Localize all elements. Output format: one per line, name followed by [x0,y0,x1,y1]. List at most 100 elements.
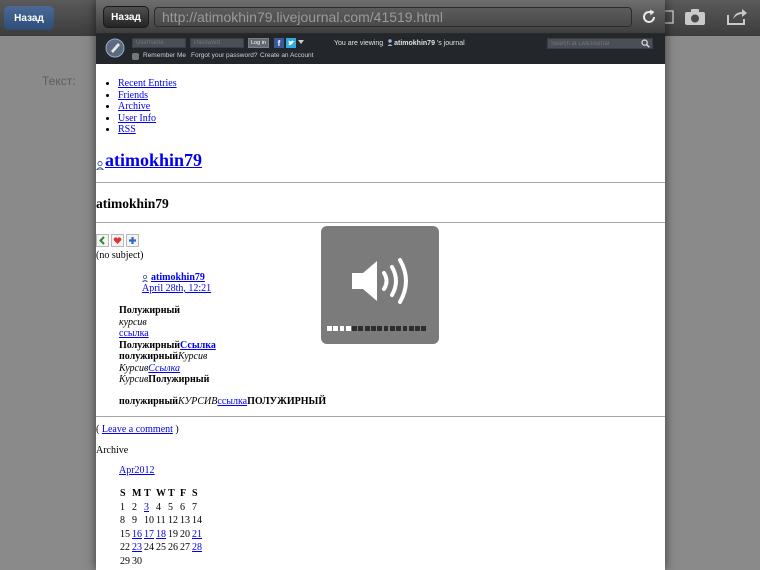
reload-icon[interactable] [641,9,657,25]
calendar-weekday: T [168,488,175,499]
calendar-day: 17 [143,528,155,542]
facebook-icon[interactable]: f [274,38,284,48]
livejournal-logo-icon[interactable] [105,38,125,58]
calendar-day: 14 [192,515,202,527]
entry-link[interactable]: Ссылка [148,363,180,374]
password-input[interactable] [190,38,244,48]
calendar-day-link[interactable]: 28 [192,542,202,553]
bold-text: ПОЛУЖИРНЫЙ [247,396,327,407]
back-button[interactable]: Назад [103,6,149,28]
viewing-journal-text: You are viewing atimokhin79 's journal [334,39,465,47]
entry-link[interactable]: ссылка [119,328,149,339]
heart-icon[interactable] [111,234,124,247]
search-icon[interactable] [641,39,650,48]
entry-subject: (no subject) [96,250,144,261]
comments-line: ( Leave a comment ) [96,424,179,435]
volume-segment-empty [383,326,389,331]
nav-item-friends: Friends [118,90,177,102]
calendar-day: 4 [156,501,161,513]
entry-line: курсив [119,316,147,328]
volume-segment-empty [377,326,383,331]
calendar-day: 3 [143,501,155,515]
calendar-day-link[interactable]: 16 [132,529,142,540]
volume-segment-empty [364,326,370,331]
camera-icon [685,9,705,25]
nav-link-recent-entries[interactable]: Recent Entries [118,78,177,89]
nav-item-user-info: User Info [118,113,177,125]
remember-me-checkbox[interactable] [132,53,139,60]
calendar-day: 8 [120,515,125,527]
leave-comment-link[interactable]: Leave a comment [102,424,173,435]
entry-actions [96,234,139,247]
calendar-day-link[interactable]: 18 [156,529,166,540]
calendar-day: 13 [180,515,190,527]
calendar-day [155,555,167,569]
entry-line: ПолужирныйСсылка [119,340,216,352]
login-button[interactable]: Log in [248,38,269,48]
volume-segment-empty [415,326,420,331]
search-input[interactable] [547,38,653,49]
calendar-day: 25 [156,542,166,554]
calendar-day: 21 [191,528,203,542]
volume-segment-empty [389,326,395,331]
entry-date-link[interactable]: April 28th, 12:21 [142,283,211,294]
divider [96,416,665,417]
volume-segment-empty [421,326,427,331]
comments-close: ) [172,424,179,435]
calendar-day [179,555,191,569]
chevron-down-icon[interactable] [298,40,304,44]
volume-segment-filled [345,326,351,331]
remember-me-label: Remember Me [143,52,186,59]
calendar-day-link[interactable]: 17 [144,529,154,540]
nav-link-user-info[interactable]: User Info [118,113,156,124]
entry-author-link[interactable]: atimokhin79 [151,272,205,283]
calendar-weekday: M [132,488,142,499]
calendar-day: 29 [120,555,130,567]
calendar-weekday: W [156,488,166,499]
calendar-day [191,555,203,569]
calendar-week: 1234567 [119,501,203,515]
background-back-button: Назад [4,6,54,30]
nav-link-rss[interactable]: RSS [118,124,136,135]
volume-segment-empty [402,326,408,331]
calendar-day: 7 [192,501,197,513]
archive-calendar: SMTWTFS 1 2 3 4 5 6 7 8 9 10 11 12 13 14 15 16 17 18 19 20 2… [119,487,203,569]
nav-link-archive[interactable]: Archive [118,101,150,112]
calendar-day: 23 [131,541,143,555]
calendar-day-link[interactable]: 23 [132,542,142,553]
calendar-day: 28 [191,541,203,555]
viewing-user-link[interactable]: atimokhin79 [394,40,435,47]
calendar-day: 6 [180,501,185,513]
divider [96,222,665,223]
volume-segment-empty [396,326,402,331]
user-icon [387,39,393,46]
entry-link[interactable]: Ссылка [180,340,216,351]
add-icon[interactable] [126,234,139,247]
calendar-day: 22 [120,542,130,554]
calendar-day-link[interactable]: 21 [192,529,202,540]
calendar-weekday: S [192,488,198,499]
calendar-day: 1 [120,501,125,513]
italic-text: Курсив [119,374,149,385]
user-icon[interactable] [142,275,148,282]
create-account-link[interactable]: Create an Account [260,52,313,59]
user-icon[interactable] [96,161,104,170]
calendar-day-link[interactable]: 3 [144,502,149,513]
nav-link-friends[interactable]: Friends [118,90,148,101]
url-input[interactable] [154,7,632,27]
entry-link[interactable]: ссылка [217,396,247,407]
calendar-day: 30 [132,555,142,567]
journal-title-link[interactable]: atimokhin79 [105,150,202,171]
forgot-password-link[interactable]: Forgot your password? [191,52,257,59]
volume-segment-empty [408,326,414,331]
share-icon [727,9,747,25]
calendar-day [143,555,155,569]
username-input[interactable] [132,38,186,48]
calendar-weekday: T [144,488,151,499]
bold-text: Полужирный [119,339,181,351]
calendar-day: 19 [168,528,178,540]
twitter-icon[interactable] [286,38,296,48]
previous-arrow-icon[interactable] [96,234,109,247]
volume-hud [321,226,439,344]
archive-month-link[interactable]: Apr2012 [119,465,155,476]
